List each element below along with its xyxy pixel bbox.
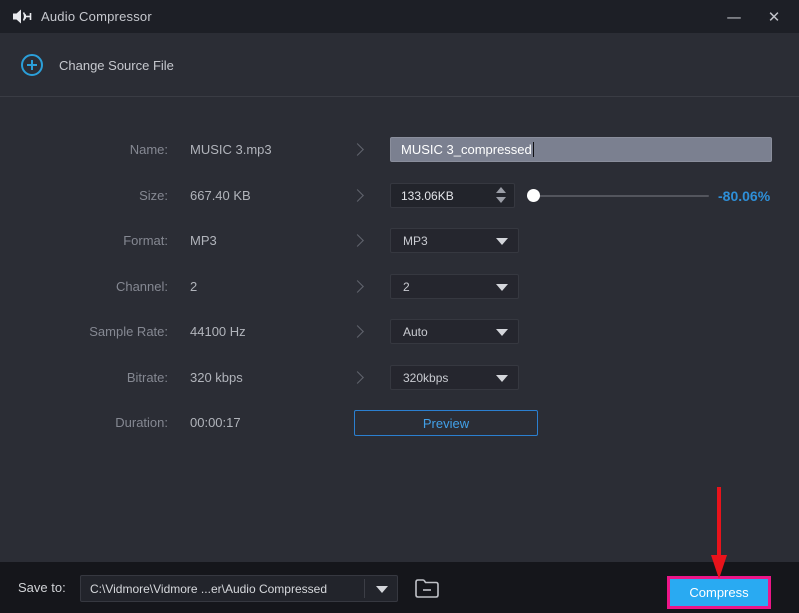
save-path-combobox[interactable]: C:\Vidmore\Vidmore ...er\Audio Compresse…	[80, 575, 398, 602]
format-select[interactable]: MP3	[390, 228, 519, 253]
speaker-compress-icon	[13, 9, 32, 24]
format-label: Format:	[123, 233, 168, 248]
channel-label: Channel:	[115, 279, 168, 294]
form-row-format: Format: MP3 MP3	[0, 228, 799, 254]
change-source-file-button[interactable]: Change Source File	[20, 50, 174, 80]
compress-highlight-annotation: Compress	[667, 576, 771, 609]
dropdown-arrow-icon	[496, 284, 508, 291]
dropdown-arrow-icon	[496, 375, 508, 382]
form-row-size: Size: 667.40 KB 133.06KB -80.06%	[0, 183, 799, 209]
slider-track	[527, 195, 709, 197]
size-spinner-value: 133.06KB	[401, 188, 454, 203]
size-spinner-input[interactable]: 133.06KB	[390, 183, 515, 208]
channel-select[interactable]: 2	[390, 274, 519, 299]
sample-rate-source-value: 44100 Hz	[190, 324, 246, 339]
save-to-label: Save to:	[18, 580, 66, 595]
form-row-channel: Channel: 2 2	[0, 274, 799, 300]
footer-bar: Save to: C:\Vidmore\Vidmore ...er\Audio …	[0, 562, 799, 613]
combo-separator	[364, 579, 365, 598]
dropdown-arrow-icon	[496, 329, 508, 336]
duration-value: 00:00:17	[190, 415, 241, 430]
change-source-file-label: Change Source File	[59, 57, 174, 73]
chevron-right-icon	[351, 189, 364, 202]
chevron-right-icon	[351, 325, 364, 338]
titlebar: Audio Compressor — ✕	[0, 0, 799, 33]
save-path-value: C:\Vidmore\Vidmore ...er\Audio Compresse…	[90, 582, 327, 596]
chevron-right-icon	[351, 234, 364, 247]
window-title: Audio Compressor	[41, 9, 152, 24]
name-source-value: MUSIC 3.mp3	[190, 142, 272, 157]
size-source-value: 667.40 KB	[190, 188, 251, 203]
form-row-duration: Duration: 00:00:17 Preview	[0, 410, 799, 436]
bitrate-label: Bitrate:	[126, 370, 168, 385]
form-row-name: Name: MUSIC 3.mp3 MUSIC 3_compressed	[0, 137, 799, 163]
open-folder-button[interactable]	[410, 575, 444, 602]
format-source-value: MP3	[190, 233, 217, 248]
channel-select-value: 2	[403, 279, 410, 294]
spin-up-icon[interactable]	[496, 187, 506, 193]
channel-source-value: 2	[190, 279, 198, 294]
name-label: Name:	[129, 142, 168, 157]
size-label: Size:	[139, 188, 168, 203]
dropdown-arrow-icon[interactable]	[376, 586, 388, 593]
window-controls: — ✕	[719, 0, 789, 33]
minimize-button[interactable]: —	[719, 4, 749, 30]
bitrate-select-value: 320kbps	[403, 370, 449, 385]
dropdown-arrow-icon	[496, 238, 508, 245]
form-row-sample-rate: Sample Rate: 44100 Hz Auto	[0, 319, 799, 345]
preview-button[interactable]: Preview	[354, 410, 538, 436]
audio-compressor-window: Audio Compressor — ✕ Change Source File …	[0, 0, 799, 613]
source-bar: Change Source File	[0, 33, 799, 97]
bitrate-select[interactable]: 320kbps	[390, 365, 519, 390]
slider-handle[interactable]	[527, 189, 540, 202]
form-row-bitrate: Bitrate: 320 kbps 320kbps	[0, 365, 799, 391]
output-name-input[interactable]: MUSIC 3_compressed	[390, 137, 772, 162]
bitrate-source-value: 320 kbps	[190, 370, 243, 385]
circle-plus-icon	[20, 53, 44, 77]
sample-rate-select[interactable]: Auto	[390, 319, 519, 344]
compress-button[interactable]: Compress	[670, 579, 768, 606]
sample-rate-select-value: Auto	[403, 324, 428, 339]
format-select-value: MP3	[403, 233, 428, 248]
folder-icon	[414, 578, 440, 599]
text-caret	[532, 142, 534, 157]
chevron-right-icon	[351, 280, 364, 293]
spin-down-icon[interactable]	[496, 197, 506, 203]
sample-rate-label: Sample Rate:	[89, 324, 168, 339]
output-name-text: MUSIC 3_compressed	[401, 142, 532, 157]
size-reduction-percent: -80.06%	[718, 188, 771, 204]
size-slider[interactable]	[527, 183, 709, 208]
spinner-arrows	[496, 187, 506, 203]
close-button[interactable]: ✕	[759, 4, 789, 30]
chevron-right-icon	[351, 143, 364, 156]
duration-label: Duration:	[115, 415, 168, 430]
chevron-right-icon	[351, 371, 364, 384]
